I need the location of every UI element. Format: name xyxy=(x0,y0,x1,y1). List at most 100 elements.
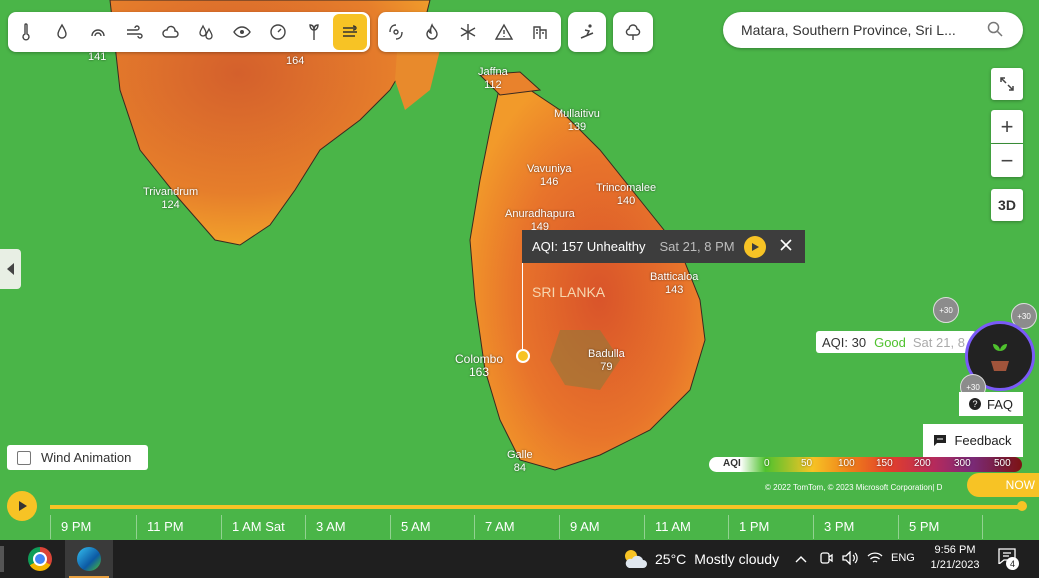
timeline-tick[interactable]: 11 AM xyxy=(644,515,691,539)
zoom-in-button[interactable]: + xyxy=(991,110,1023,143)
faq-label: FAQ xyxy=(986,396,1013,412)
zoom-in-label: + xyxy=(1000,113,1014,139)
visibility-icon[interactable] xyxy=(225,14,259,50)
legend-tick: 300 xyxy=(954,458,971,469)
cloud-icon[interactable] xyxy=(153,14,187,50)
map-label-jaffna: Jaffna 112 xyxy=(478,66,508,91)
timeline-tick[interactable]: 5 AM xyxy=(390,515,431,539)
weather-widget[interactable]: 25°C Mostly cloudy xyxy=(621,548,779,570)
timeline-tick[interactable]: 7 AM xyxy=(474,515,515,539)
thermometer-icon[interactable] xyxy=(9,14,43,50)
timeline-tick[interactable]: 1 PM xyxy=(728,515,769,539)
search-icon[interactable] xyxy=(987,21,1003,42)
map-label-galle: Galle 84 xyxy=(507,449,533,474)
edge-taskbar-button[interactable] xyxy=(65,540,113,578)
3d-button[interactable]: 3D xyxy=(991,189,1023,221)
windows-taskbar: 25°C Mostly cloudy ENG 9:56 PM 1/21/2023… xyxy=(0,540,1039,578)
map-label-mullaitivu: Mullaitivu 139 xyxy=(554,108,600,133)
map-label-badulla: Badulla 79 xyxy=(588,348,625,373)
timeline-play-button[interactable] xyxy=(7,491,37,521)
meet-now-icon[interactable] xyxy=(819,551,833,568)
hazard-toolbar xyxy=(378,12,561,52)
timeline-tick[interactable]: 3 AM xyxy=(305,515,346,539)
map-label: 164 xyxy=(286,55,305,67)
chevron-left-icon xyxy=(6,263,14,275)
chevron-up-icon[interactable] xyxy=(795,552,807,567)
legend-tick: 200 xyxy=(914,458,931,469)
legend-tick: 150 xyxy=(876,458,893,469)
weather-temp: 25°C xyxy=(655,551,687,567)
location-search xyxy=(723,12,1023,48)
edge-icon xyxy=(77,547,101,571)
buildings-icon[interactable] xyxy=(523,14,557,50)
timeline-bar: 9 PM 11 PM 1 AM Sat 3 AM 5 AM 7 AM 9 AM … xyxy=(0,487,1039,540)
wifi-icon[interactable] xyxy=(867,551,883,568)
aqi-tooltip: AQI: 157 Unhealthy Sat 21, 8 PM xyxy=(522,230,805,263)
timeline-track[interactable] xyxy=(50,505,1025,509)
close-icon[interactable] xyxy=(780,239,792,254)
secondary-tooltip-value: AQI: 30 xyxy=(822,334,867,350)
tree-icon[interactable] xyxy=(616,14,650,50)
faq-button[interactable]: ? FAQ xyxy=(959,392,1023,416)
volume-icon[interactable] xyxy=(842,550,858,568)
search-input[interactable] xyxy=(739,21,983,39)
wind-animation-label: Wind Animation xyxy=(41,450,132,465)
weather-text: Mostly cloudy xyxy=(694,551,780,567)
chrome-icon[interactable] xyxy=(28,547,52,571)
timeline-tick[interactable]: 11 PM xyxy=(136,515,184,539)
wind-animation-checkbox[interactable] xyxy=(17,450,31,465)
secondary-aqi-tooltip: AQI: 30 Good Sat 21, 8 xyxy=(816,331,976,353)
tree-toolbar xyxy=(613,12,653,52)
clock-time: 9:56 PM xyxy=(934,544,976,556)
legend-tick: 50 xyxy=(801,458,813,469)
map-label-trivandrum: Trivandrum 124 xyxy=(143,186,199,211)
taskbar-app-stub[interactable] xyxy=(0,546,4,572)
feedback-label: Feedback xyxy=(954,433,1012,448)
3d-label: 3D xyxy=(998,197,1016,213)
timeline-tick-end xyxy=(982,515,1033,539)
side-panel-toggle[interactable] xyxy=(0,249,21,289)
droplet-icon[interactable] xyxy=(45,14,79,50)
legend-title: AQI xyxy=(723,458,741,469)
timeline-handle[interactable] xyxy=(1017,501,1027,511)
map-label-batticaloa: Batticaloa 143 xyxy=(650,271,699,296)
clock[interactable]: 9:56 PM 1/21/2023 xyxy=(925,543,985,573)
feedback-button[interactable]: Feedback xyxy=(923,424,1023,457)
fire-icon[interactable] xyxy=(415,14,449,50)
wind-animation-toggle[interactable]: Wind Animation xyxy=(7,445,148,470)
zoom-out-button[interactable]: − xyxy=(991,144,1023,177)
clock-date: 1/21/2023 xyxy=(930,559,980,571)
snowflake-icon[interactable] xyxy=(451,14,485,50)
map-label-vavuniya: Vavuniya 146 xyxy=(527,163,572,188)
map-label-colombo: Colombo 163 xyxy=(455,352,504,379)
warning-icon[interactable] xyxy=(487,14,521,50)
rain-gauge-icon[interactable] xyxy=(81,14,115,50)
timeline-tick[interactable]: 3 PM xyxy=(813,515,854,539)
skier-icon[interactable] xyxy=(570,14,604,50)
play-icon xyxy=(19,501,27,511)
air-quality-icon[interactable] xyxy=(333,14,367,50)
legend-tick: 500 xyxy=(994,458,1011,469)
pressure-icon[interactable] xyxy=(261,14,295,50)
timeline-tick[interactable]: 5 PM xyxy=(898,515,939,539)
timeline-tick[interactable]: 1 AM Sat xyxy=(221,515,285,539)
country-label: SRI LANKA xyxy=(532,284,606,300)
plus30-badge[interactable]: +30 xyxy=(933,297,959,323)
hurricane-icon[interactable] xyxy=(379,14,413,50)
timeline-tick[interactable]: 9 PM xyxy=(50,515,91,539)
pin-leader-line xyxy=(522,263,523,350)
timeline-tick[interactable]: 9 AM xyxy=(559,515,600,539)
play-icon[interactable] xyxy=(743,235,766,258)
language-indicator[interactable]: ENG xyxy=(891,552,915,564)
legend-tick: 0 xyxy=(764,458,770,469)
pollen-icon[interactable] xyxy=(297,14,331,50)
humidity-icon[interactable] xyxy=(189,14,223,50)
tooltip-value: AQI: 157 Unhealthy xyxy=(532,239,646,254)
wind-icon[interactable] xyxy=(117,14,151,50)
legend-tick: 100 xyxy=(838,458,855,469)
sprout-icon xyxy=(991,344,1009,371)
location-pin[interactable] xyxy=(516,349,530,363)
notification-center[interactable]: 4 xyxy=(998,548,1019,570)
fullscreen-button[interactable] xyxy=(991,68,1023,100)
help-icon: ? xyxy=(968,398,981,410)
